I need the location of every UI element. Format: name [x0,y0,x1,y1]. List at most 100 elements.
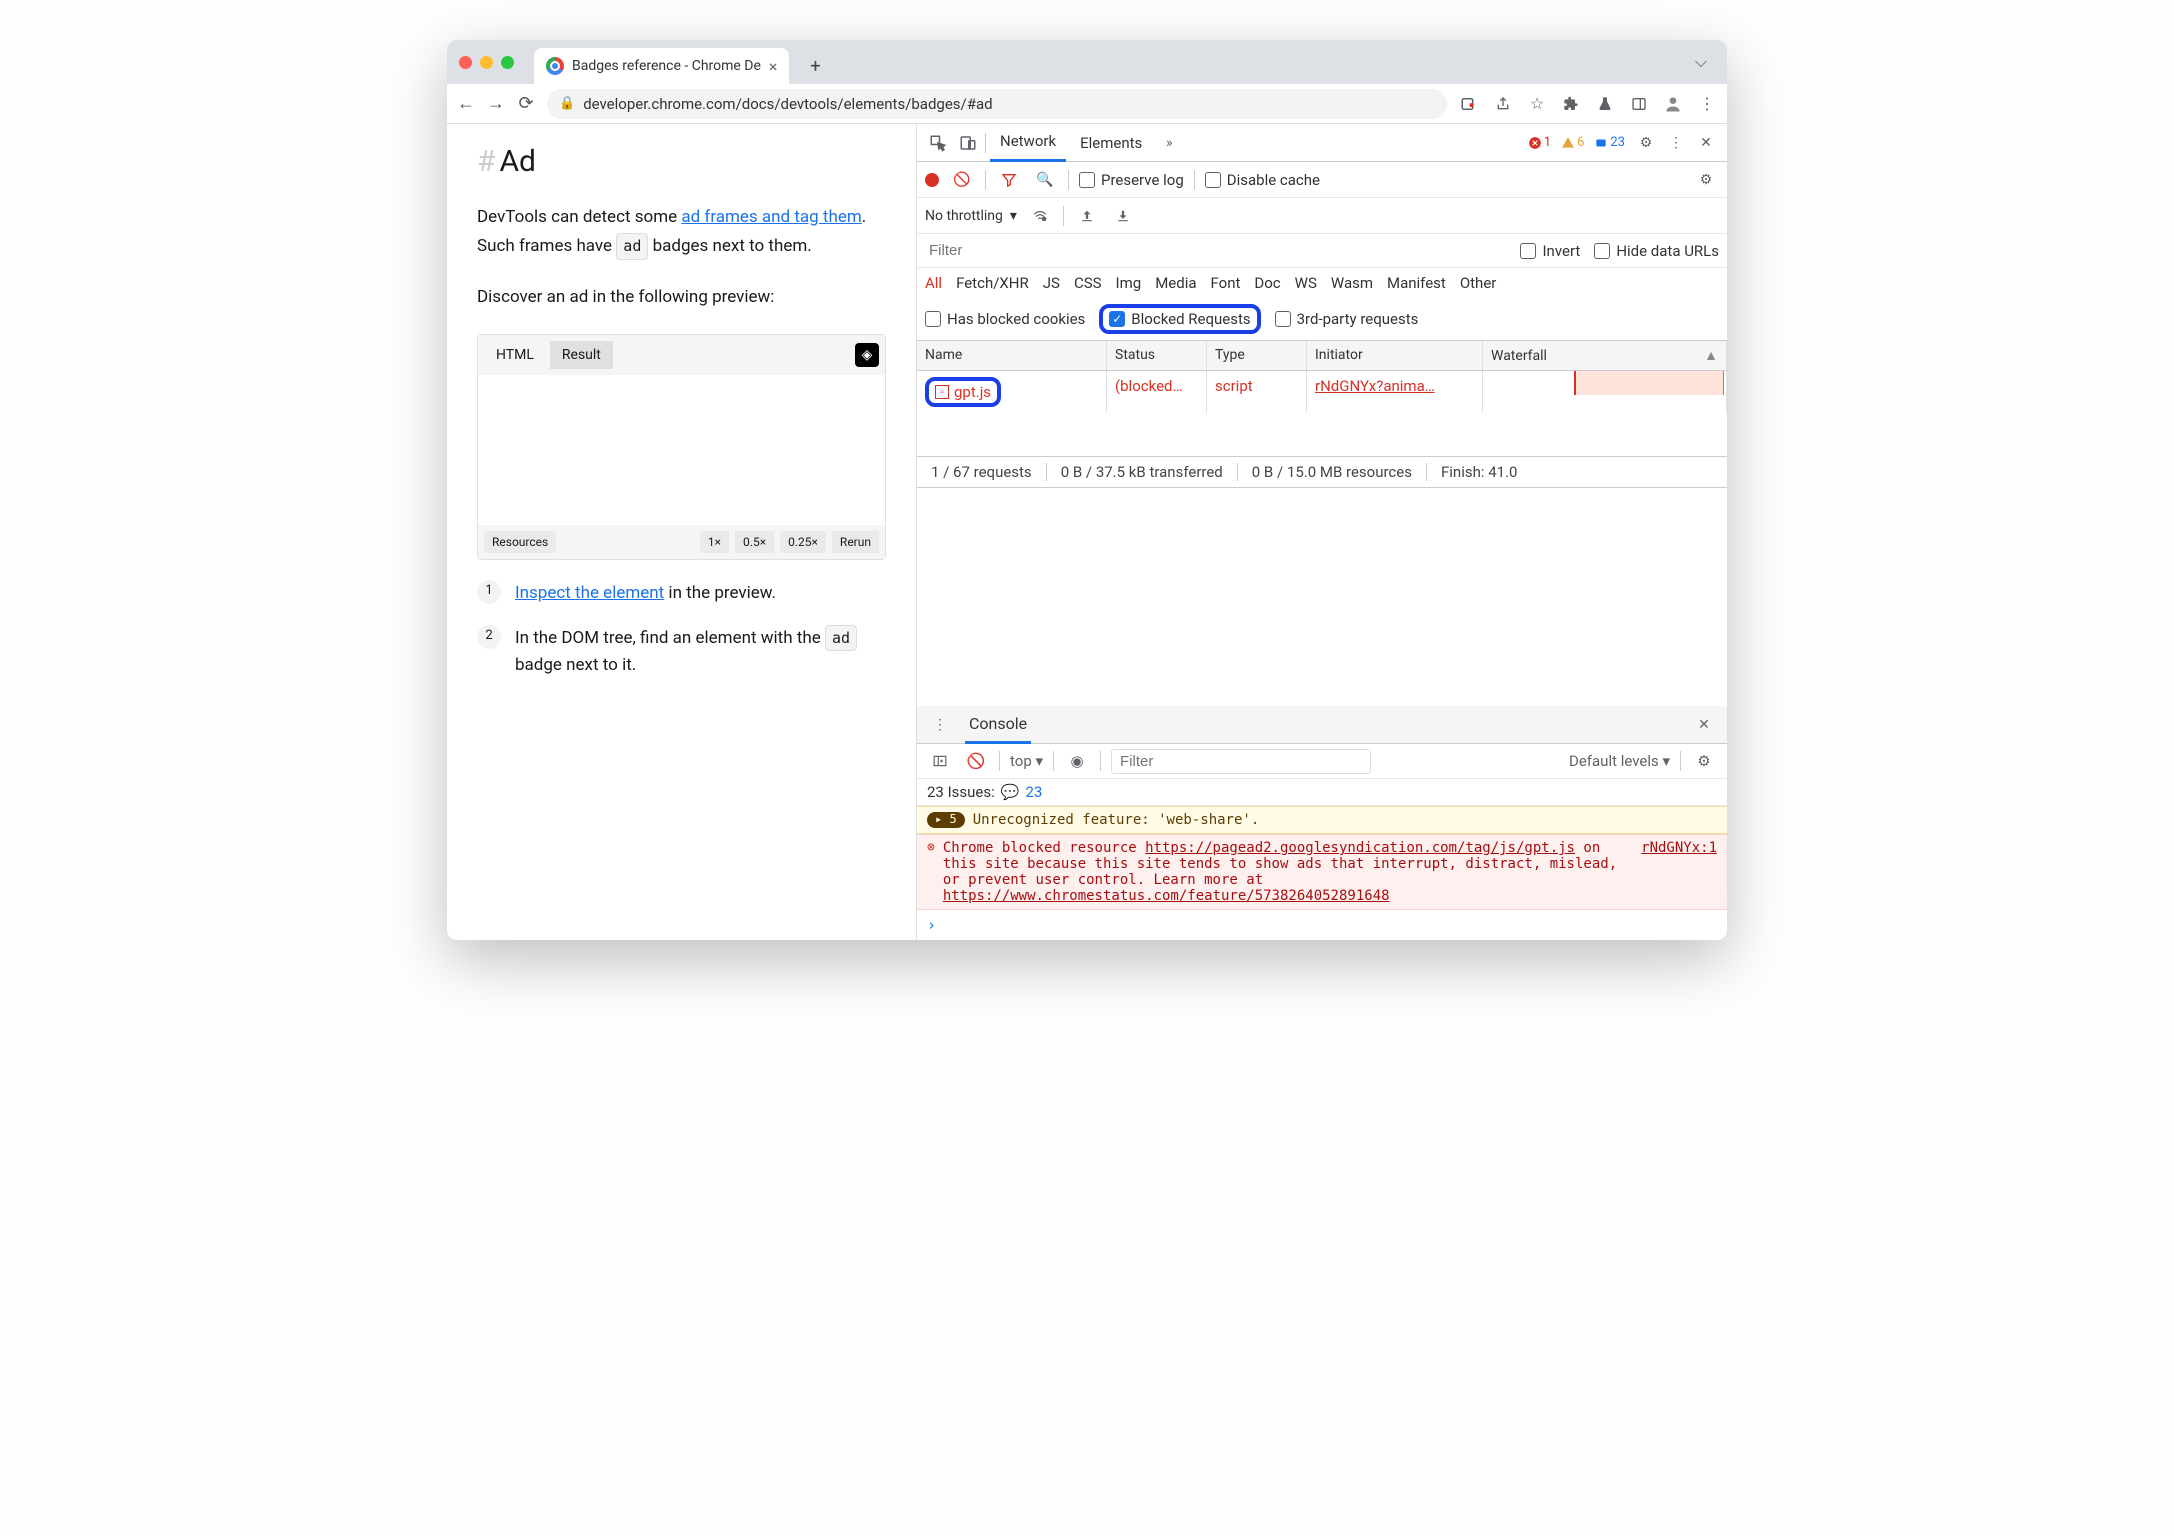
translate-icon[interactable] [1459,94,1479,114]
sidepanel-icon[interactable] [1629,94,1649,114]
hide-data-urls-checkbox[interactable]: Hide data URLs [1594,242,1719,260]
clear-icon[interactable]: 🚫 [949,167,975,193]
network-settings-gear-icon[interactable]: ⚙ [1693,167,1719,193]
console-tab[interactable]: Console [965,706,1031,744]
codepen-zoom-1x[interactable]: 1× [700,531,729,553]
type-manifest[interactable]: Manifest [1387,274,1446,292]
console-gear-icon[interactable]: ⚙ [1691,748,1717,774]
blocked-url-link[interactable]: https://pagead2.googlesyndication.com/ta… [1145,840,1575,856]
record-button[interactable] [925,173,939,187]
info-count-badge[interactable]: 23 [1590,133,1629,152]
learn-more-link[interactable]: https://www.chromestatus.com/feature/573… [943,888,1390,904]
col-status[interactable]: Status [1107,341,1207,370]
device-toggle-icon[interactable] [955,130,981,156]
tabs-chevron-icon[interactable]: ⌵ [1695,52,1707,72]
network-conditions-icon[interactable] [1027,203,1053,229]
type-doc[interactable]: Doc [1254,274,1280,292]
filter-funnel-icon[interactable] [996,167,1022,193]
type-wasm[interactable]: Wasm [1331,274,1373,292]
browser-tab[interactable]: Badges reference - Chrome De × [534,48,789,84]
bookmark-icon[interactable]: ☆ [1527,94,1547,114]
search-icon[interactable]: 🔍 [1032,167,1058,193]
col-initiator[interactable]: Initiator [1307,341,1483,370]
console-context-select[interactable]: top ▾ [1010,752,1043,770]
log-levels-select[interactable]: Default levels ▾ [1569,752,1670,770]
throttling-select[interactable]: No throttling ▾ [925,208,1017,224]
type-js[interactable]: JS [1043,274,1060,292]
inspect-link[interactable]: Inspect the element [515,583,664,603]
menu-icon[interactable]: ⋮ [1697,94,1717,114]
third-party-checkbox[interactable]: 3rd-party requests [1275,310,1419,328]
type-img[interactable]: Img [1116,274,1142,292]
codepen-resources-button[interactable]: Resources [484,531,556,553]
inspect-element-icon[interactable] [925,130,951,156]
console-error-row[interactable]: ⊗ Chrome blocked resource https://pagead… [917,834,1727,910]
devtools-tab-network[interactable]: Network [990,124,1066,162]
settings-gear-icon[interactable]: ⚙ [1633,130,1659,156]
codepen-logo-icon[interactable]: ◈ [855,343,879,367]
traffic-lights [459,56,514,69]
console-close-icon[interactable]: ✕ [1691,712,1717,738]
codepen-tab-html[interactable]: HTML [484,341,546,369]
console-menu-icon[interactable]: ⋮ [927,712,953,738]
type-fetch[interactable]: Fetch/XHR [956,274,1029,292]
invert-checkbox[interactable]: Invert [1520,242,1580,260]
warning-count-badge[interactable]: 6 [1557,133,1588,152]
codepen-tab-result[interactable]: Result [550,341,613,369]
col-type[interactable]: Type [1207,341,1307,370]
blocked-cookies-checkbox[interactable]: Has blocked cookies [925,310,1085,328]
codepen-rerun-button[interactable]: Rerun [832,531,879,553]
profile-icon[interactable] [1663,94,1683,114]
disable-cache-checkbox[interactable]: Disable cache [1205,171,1320,189]
reload-button[interactable]: ⟳ [517,93,535,114]
more-tabs-icon[interactable]: » [1156,130,1182,156]
upload-har-icon[interactable] [1074,203,1100,229]
labs-icon[interactable] [1595,94,1615,114]
error-count-badge[interactable]: 1 [1524,133,1555,152]
type-media[interactable]: Media [1155,274,1196,292]
devtools-tab-elements[interactable]: Elements [1070,124,1152,162]
codepen-zoom-025x[interactable]: 0.25× [780,531,826,553]
minimize-window-button[interactable] [480,56,493,69]
col-waterfall[interactable]: Waterfall▲ [1483,341,1727,370]
forward-button[interactable]: → [487,93,505,114]
devtools-menu-icon[interactable]: ⋮ [1663,130,1689,156]
preserve-log-checkbox[interactable]: Preserve log [1079,171,1184,189]
console-prompt[interactable]: › [917,910,1727,940]
col-name[interactable]: Name [917,341,1107,370]
anchor-hash-icon: # [477,144,495,179]
close-tab-icon[interactable]: × [769,57,778,76]
codepen-embed: HTML Result ◈ Resources 1× 0.5× 0.25× Re… [477,334,886,560]
type-font[interactable]: Font [1211,274,1241,292]
ad-frames-link[interactable]: ad frames and tag them [681,207,861,227]
console-sidebar-icon[interactable] [927,748,953,774]
step-number: 2 [477,625,501,649]
console-clear-icon[interactable]: 🚫 [963,748,989,774]
network-row-gpt[interactable]: ▫gpt.js (blocked… script rNdGNYx?anima… [917,371,1727,413]
devtools-close-icon[interactable]: ✕ [1693,130,1719,156]
omnibox[interactable]: 🔒 developer.chrome.com/docs/devtools/ele… [547,89,1447,119]
maximize-window-button[interactable] [501,56,514,69]
download-har-icon[interactable] [1110,203,1136,229]
network-table: Name Status Type Initiator Waterfall▲ ▫g… [917,341,1727,706]
warning-expand-icon[interactable]: ▸ 5 [927,812,965,828]
error-source-link[interactable]: rNdGNYx:1 [1641,840,1717,904]
lock-icon: 🔒 [559,96,575,111]
network-filter-input[interactable] [925,238,1506,263]
extensions-icon[interactable] [1561,94,1581,114]
back-button[interactable]: ← [457,93,475,114]
issues-row[interactable]: 23 Issues: 💬23 [917,779,1727,806]
live-expression-icon[interactable]: ◉ [1064,748,1090,774]
type-other[interactable]: Other [1460,274,1497,292]
blocked-requests-checkbox[interactable]: ✓Blocked Requests [1109,310,1250,328]
console-filter-input[interactable] [1111,749,1371,774]
type-ws[interactable]: WS [1295,274,1317,292]
share-icon[interactable] [1493,94,1513,114]
step-number: 1 [477,580,501,604]
close-window-button[interactable] [459,56,472,69]
new-tab-button[interactable]: + [801,52,829,80]
type-css[interactable]: CSS [1074,274,1102,292]
console-warning-row[interactable]: ▸ 5 Unrecognized feature: 'web-share'. [917,806,1727,834]
codepen-zoom-05x[interactable]: 0.5× [735,531,774,553]
type-all[interactable]: All [925,274,942,292]
